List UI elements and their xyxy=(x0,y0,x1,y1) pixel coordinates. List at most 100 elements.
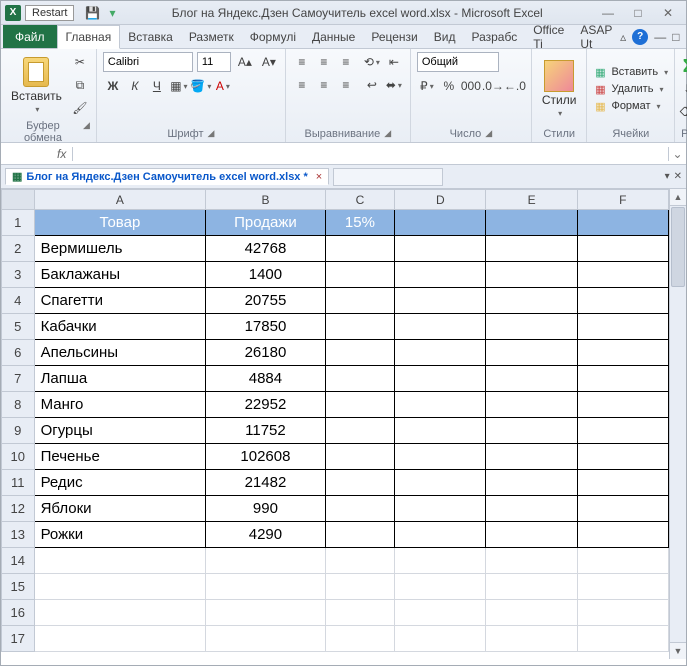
copy-icon[interactable]: ⧉ xyxy=(70,75,90,95)
cell[interactable]: Огурцы xyxy=(34,418,206,444)
tab-asap[interactable]: ASAP Ut xyxy=(572,25,620,48)
cell[interactable] xyxy=(34,548,206,574)
doc-restore-icon[interactable]: ▾ xyxy=(665,171,670,182)
cell[interactable] xyxy=(395,366,486,392)
worksheet-grid[interactable]: A B C D E F 1 Товар Продажи 15% 2 Вермиш… xyxy=(1,189,669,652)
cell[interactable] xyxy=(325,626,395,652)
italic-button[interactable]: К xyxy=(125,76,145,96)
number-format-select[interactable] xyxy=(417,52,499,72)
close-button[interactable]: ✕ xyxy=(654,1,682,25)
format-cells-button[interactable]: ▦Формат▾ xyxy=(593,99,668,113)
cell[interactable] xyxy=(395,262,486,288)
cell[interactable] xyxy=(577,366,668,392)
maximize-button[interactable]: □ xyxy=(624,1,652,25)
minimize-button[interactable]: — xyxy=(594,1,622,25)
cell[interactable] xyxy=(395,574,486,600)
format-painter-icon[interactable]: 🖌 xyxy=(70,98,90,118)
cell[interactable]: 26180 xyxy=(206,340,325,366)
help-icon[interactable]: ? xyxy=(632,29,648,45)
row-header[interactable]: 14 xyxy=(2,548,35,574)
align-middle-icon[interactable]: ≡ xyxy=(314,52,334,72)
cell[interactable] xyxy=(486,366,577,392)
cell[interactable]: 11752 xyxy=(206,418,325,444)
restart-button[interactable]: Restart xyxy=(25,5,74,21)
autosum-icon[interactable]: Σ▾ xyxy=(681,56,687,76)
cell[interactable] xyxy=(577,574,668,600)
select-all-corner[interactable] xyxy=(2,190,35,210)
fill-icon[interactable]: ⬇▾ xyxy=(681,79,687,99)
row-header[interactable]: 15 xyxy=(2,574,35,600)
vertical-scrollbar[interactable]: ▲ ▼ xyxy=(669,189,686,659)
styles-button[interactable]: Стили ▾ xyxy=(538,59,581,120)
row-header[interactable]: 4 xyxy=(2,288,35,314)
cell[interactable] xyxy=(486,418,577,444)
col-header[interactable]: A xyxy=(34,190,206,210)
cell[interactable] xyxy=(486,574,577,600)
underline-button[interactable]: Ч xyxy=(147,76,167,96)
cell[interactable]: Лапша xyxy=(34,366,206,392)
cell[interactable]: Кабачки xyxy=(34,314,206,340)
column-headers[interactable]: A B C D E F xyxy=(2,190,669,210)
row-header[interactable]: 11 xyxy=(2,470,35,496)
cell[interactable] xyxy=(486,288,577,314)
cell[interactable] xyxy=(577,522,668,548)
tab-formulas[interactable]: Формулі xyxy=(242,25,304,48)
cell[interactable]: Манго xyxy=(34,392,206,418)
cell[interactable] xyxy=(395,392,486,418)
cell[interactable] xyxy=(325,288,395,314)
window-restore-icon[interactable]: □ xyxy=(672,30,679,44)
cell[interactable] xyxy=(577,340,668,366)
row-header[interactable]: 7 xyxy=(2,366,35,392)
cell[interactable] xyxy=(325,236,395,262)
cell[interactable] xyxy=(395,288,486,314)
col-header[interactable]: E xyxy=(486,190,577,210)
cell[interactable] xyxy=(486,392,577,418)
tab-view[interactable]: Вид xyxy=(426,25,464,48)
cell[interactable]: 20755 xyxy=(206,288,325,314)
cell[interactable] xyxy=(206,548,325,574)
tab-office[interactable]: Office Ti xyxy=(525,25,572,48)
align-top-icon[interactable]: ≡ xyxy=(292,52,312,72)
scroll-thumb[interactable] xyxy=(671,207,685,287)
col-header[interactable]: B xyxy=(206,190,325,210)
clear-icon[interactable]: ⌫▾ xyxy=(681,102,687,122)
insert-cells-button[interactable]: ▦Вставить▾ xyxy=(593,65,668,79)
cell[interactable] xyxy=(395,314,486,340)
cell[interactable] xyxy=(34,574,206,600)
orientation-icon[interactable]: ⟲▾ xyxy=(362,52,382,72)
row-header[interactable]: 2 xyxy=(2,236,35,262)
cell[interactable]: 42768 xyxy=(206,236,325,262)
cell[interactable] xyxy=(486,496,577,522)
cell[interactable] xyxy=(577,210,668,236)
doc-close-icon[interactable]: ✕ xyxy=(674,171,682,182)
cell[interactable] xyxy=(206,574,325,600)
row-header[interactable]: 17 xyxy=(2,626,35,652)
cell[interactable]: Яблоки xyxy=(34,496,206,522)
clipboard-launcher-icon[interactable]: ◢ xyxy=(83,120,90,144)
save-icon[interactable]: 💾 xyxy=(84,5,100,21)
scroll-up-icon[interactable]: ▲ xyxy=(670,189,686,206)
cell[interactable] xyxy=(577,288,668,314)
alignment-launcher-icon[interactable]: ◢ xyxy=(384,128,391,140)
workbook-tab-close-icon[interactable]: × xyxy=(316,171,322,183)
align-left-icon[interactable]: ≡ xyxy=(292,75,312,95)
font-launcher-icon[interactable]: ◢ xyxy=(208,128,215,140)
cell[interactable] xyxy=(577,262,668,288)
cell[interactable] xyxy=(395,444,486,470)
cell[interactable]: 22952 xyxy=(206,392,325,418)
row-header[interactable]: 6 xyxy=(2,340,35,366)
row-header[interactable]: 12 xyxy=(2,496,35,522)
cell[interactable] xyxy=(577,470,668,496)
decrease-decimal-icon[interactable]: ←.0 xyxy=(505,76,525,96)
increase-decimal-icon[interactable]: .0→ xyxy=(483,76,503,96)
cell[interactable]: Печенье xyxy=(34,444,206,470)
cell[interactable]: 21482 xyxy=(206,470,325,496)
cell[interactable]: 17850 xyxy=(206,314,325,340)
cell[interactable] xyxy=(577,496,668,522)
tab-home[interactable]: Главная xyxy=(57,25,121,49)
cell[interactable] xyxy=(486,210,577,236)
cell[interactable] xyxy=(486,236,577,262)
row-header[interactable]: 3 xyxy=(2,262,35,288)
cell[interactable] xyxy=(486,548,577,574)
cell[interactable] xyxy=(395,470,486,496)
